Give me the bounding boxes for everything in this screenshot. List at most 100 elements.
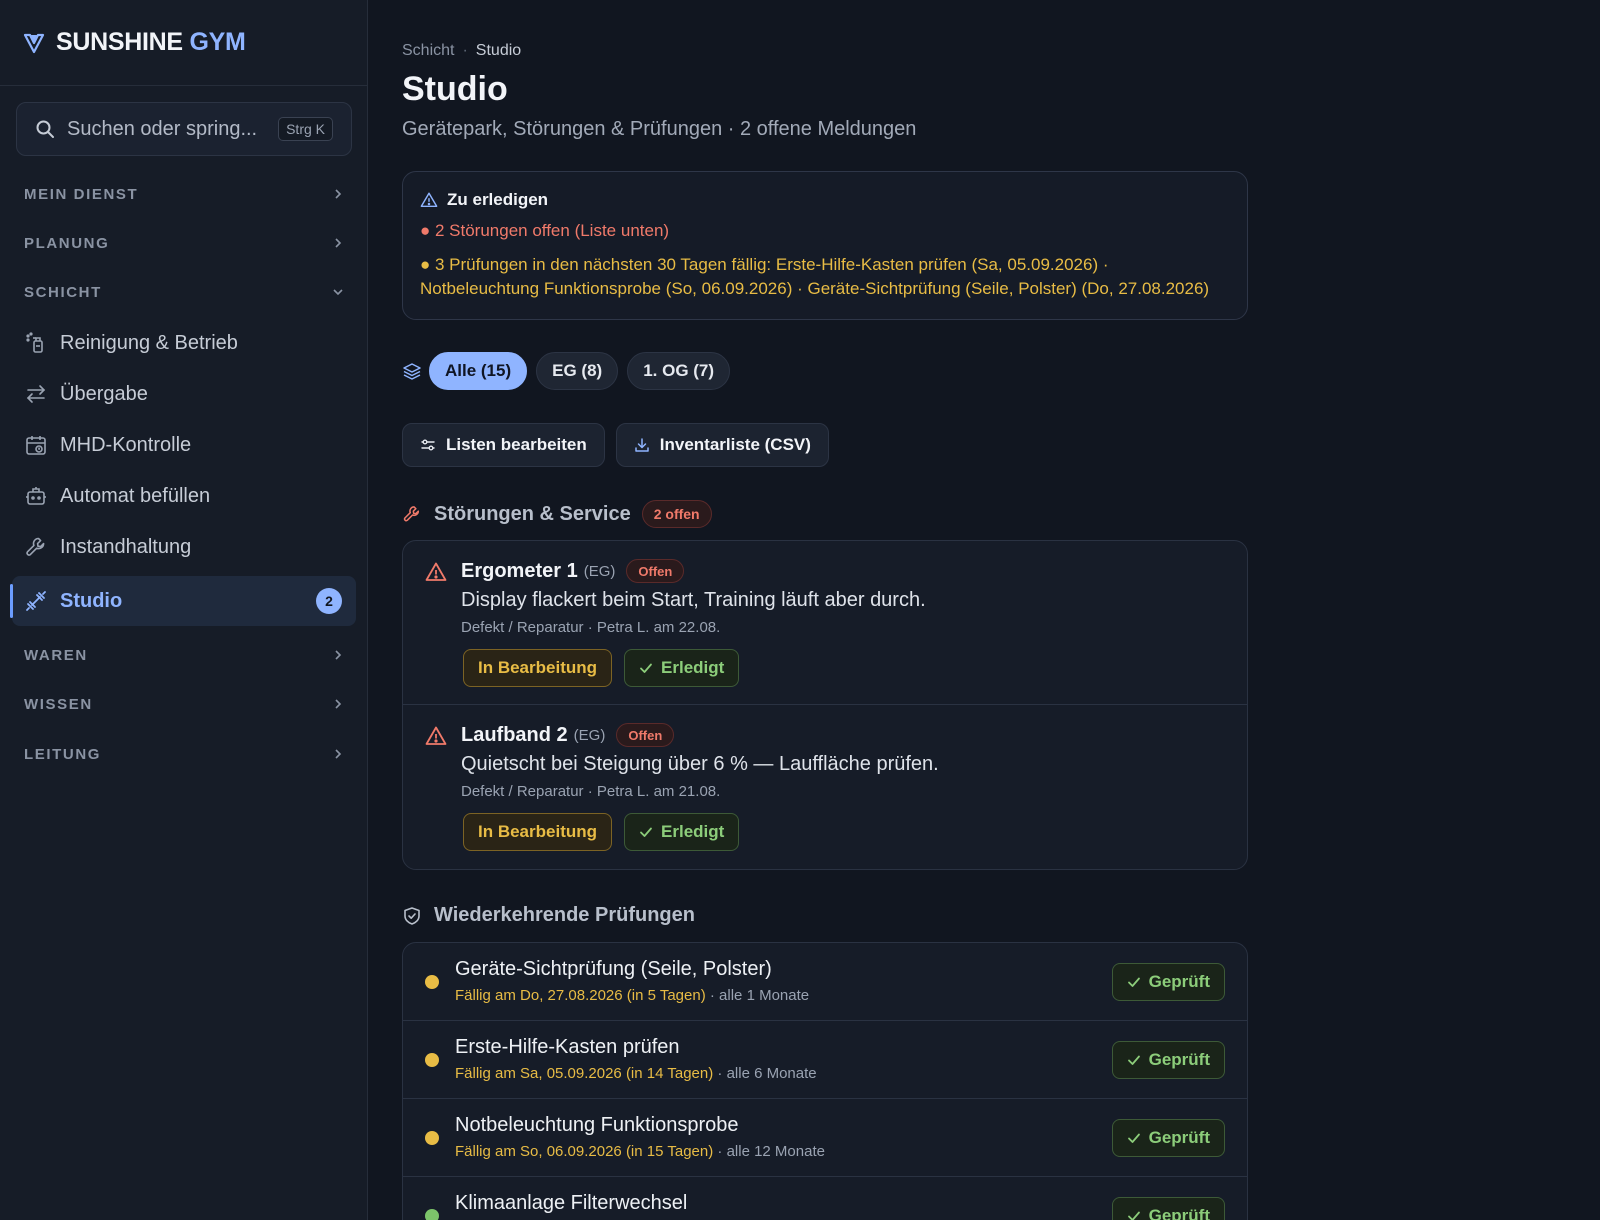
edit-lists-button[interactable]: Listen bearbeiten [402, 423, 605, 467]
vending-machine-icon [26, 487, 46, 505]
done-button[interactable]: Erledigt [624, 813, 740, 851]
check-meta: Fällig am Sa, 05.09.2026 (in 14 Tagen) ·… [455, 1065, 817, 1082]
todo-panel: Zu erledigen ● 2 Störungen offen (Liste … [402, 171, 1248, 320]
nav-section-mein-dienst[interactable]: MEIN DIENST [24, 174, 344, 214]
chevron-right-icon [335, 238, 342, 248]
check-name: Erste-Hilfe-Kasten prüfen [455, 1036, 680, 1058]
issue-description: Display flackert beim Start, Training lä… [461, 589, 926, 611]
nav-section-planung[interactable]: PLANUNG [24, 223, 344, 263]
filter-chip-eg[interactable]: EG (8) [536, 352, 619, 390]
check-name: Geräte-Sichtprüfung (Seile, Polster) [455, 958, 772, 980]
checked-button[interactable]: Geprüft [1111, 963, 1225, 1001]
nav-section-leitung[interactable]: LEITUNG [24, 734, 344, 774]
status-badge: Offen [616, 723, 675, 747]
chevron-right-icon [335, 749, 342, 759]
check-name: Notbeleuchtung Funktionsprobe [455, 1114, 739, 1136]
sidebar-item-instandhaltung[interactable]: Instandhaltung [12, 522, 356, 572]
search-icon [36, 120, 54, 138]
todo-due-checks: ● 3 Prüfungen in den nächsten 30 Tagen f… [420, 255, 1210, 298]
nav-section-schicht[interactable]: SCHICHT [24, 272, 344, 312]
sidebar-item-label: Automat befüllen [60, 484, 211, 507]
in-progress-button[interactable]: In Bearbeitung [463, 649, 613, 687]
sidebar-item-label: Studio [60, 589, 123, 612]
nav-badge: 2 [316, 588, 342, 614]
sidebar-item-mhd-kontrolle[interactable]: MHD-Kontrolle [12, 420, 356, 470]
sidebar-item-label: Instandhaltung [60, 535, 192, 558]
chevron-right-icon [335, 699, 342, 709]
status-dot [425, 1131, 439, 1145]
breadcrumb-item[interactable]: Schicht [402, 42, 454, 59]
floor-filter: Alle (15) EG (8) 1. OG (7) [402, 352, 739, 390]
check-icon [1127, 1055, 1140, 1065]
brand[interactable]: SUNSHINE GYM [0, 0, 367, 86]
calendar-clock-icon [26, 436, 46, 455]
issue-name: Ergometer 1 [461, 559, 578, 582]
checked-button[interactable]: Geprüft [1111, 1119, 1225, 1157]
issues-section-header: Störungen & Service 2 offen [402, 500, 712, 528]
done-button[interactable]: Erledigt [624, 649, 740, 687]
check-icon [1127, 1211, 1140, 1220]
todo-open-issues: ● 2 Störungen offen (Liste unten) [420, 221, 670, 240]
search-placeholder: Suchen oder spring... [67, 117, 258, 140]
nav-section-wissen[interactable]: WISSEN [24, 684, 344, 724]
warning-icon [425, 726, 447, 745]
issue-item: Ergometer 1 (EG) Offen Display flackert … [403, 541, 1247, 705]
issue-zone: (EG) [573, 726, 606, 744]
sidebar-item-automat[interactable]: Automat befüllen [12, 471, 356, 521]
check-item: Klimaanlage Filterwechsel Geprüft [403, 1177, 1247, 1220]
export-csv-button[interactable]: Inventarliste (CSV) [615, 423, 829, 467]
checks-card: Geräte-Sichtprüfung (Seile, Polster) Fäl… [402, 942, 1248, 1220]
sliders-icon [421, 439, 435, 451]
status-dot [425, 1209, 439, 1220]
sidebar-item-label: Reinigung & Betrieb [60, 331, 238, 354]
status-dot [425, 975, 439, 989]
checked-button[interactable]: Geprüft [1111, 1197, 1225, 1220]
brand-name: SUNSHINE GYM [56, 28, 246, 56]
sidebar: SUNSHINE GYM Suchen oder spring... Strg … [0, 0, 368, 1220]
checked-button[interactable]: Geprüft [1111, 1041, 1225, 1079]
check-meta: Fällig am So, 06.09.2026 (in 15 Tagen) ·… [455, 1143, 825, 1160]
spray-bottle-icon [26, 332, 43, 353]
layers-icon [403, 363, 421, 380]
check-name: Klimaanlage Filterwechsel [455, 1192, 688, 1214]
check-icon [640, 827, 652, 837]
alert-triangle-icon [420, 192, 438, 208]
breadcrumb-current: Studio [475, 42, 522, 59]
download-icon [635, 438, 649, 452]
issue-description: Quietscht bei Steigung über 6 % — Lauffl… [461, 753, 939, 775]
chevron-right-icon [335, 189, 342, 199]
breadcrumb: Schicht · Studio [402, 42, 522, 59]
check-item: Notbeleuchtung Funktionsprobe Fällig am … [403, 1099, 1247, 1177]
sidebar-item-reinigung[interactable]: Reinigung & Betrieb [12, 318, 356, 368]
status-dot [425, 1053, 439, 1067]
chevron-right-icon [335, 650, 342, 660]
issues-card: Ergometer 1 (EG) Offen Display flackert … [402, 540, 1248, 870]
issue-name: Laufband 2 [461, 723, 568, 746]
issue-meta: Defekt / Reparatur · Petra L. am 21.08. [461, 783, 721, 800]
nav-section-waren[interactable]: WAREN [24, 635, 344, 675]
sidebar-item-studio[interactable]: Studio 2 [10, 576, 356, 626]
wrench-icon [26, 537, 45, 556]
brand-logo-icon [23, 33, 45, 53]
in-progress-button[interactable]: In Bearbeitung [463, 813, 613, 851]
sidebar-item-uebergabe[interactable]: Übergabe [12, 369, 356, 419]
action-bar: Listen bearbeiten Inventarliste (CSV) [402, 423, 840, 467]
sidebar-item-label: Übergabe [60, 382, 148, 405]
chevron-down-icon [333, 289, 343, 296]
checks-section-header: Wiederkehrende Prüfungen [402, 904, 695, 927]
search-shortcut: Strg K [278, 117, 333, 141]
issue-meta: Defekt / Reparatur · Petra L. am 22.08. [461, 619, 721, 636]
shield-check-icon [404, 906, 420, 925]
issue-item: Laufband 2 (EG) Offen Quietscht bei Stei… [403, 705, 1247, 869]
sidebar-item-label: MHD-Kontrolle [60, 433, 192, 456]
filter-chip-alle[interactable]: Alle (15) [429, 352, 528, 390]
page-title: Studio [402, 70, 508, 108]
dumbbell-icon [26, 591, 46, 611]
filter-chip-1-og[interactable]: 1. OG (7) [627, 352, 731, 390]
search-input[interactable]: Suchen oder spring... Strg K [16, 102, 352, 156]
swap-arrows-icon [26, 385, 46, 403]
check-icon [640, 663, 652, 673]
status-badge: Offen [626, 559, 685, 583]
todo-header: Zu erledigen [420, 190, 1230, 210]
issue-zone: (EG) [583, 562, 616, 580]
